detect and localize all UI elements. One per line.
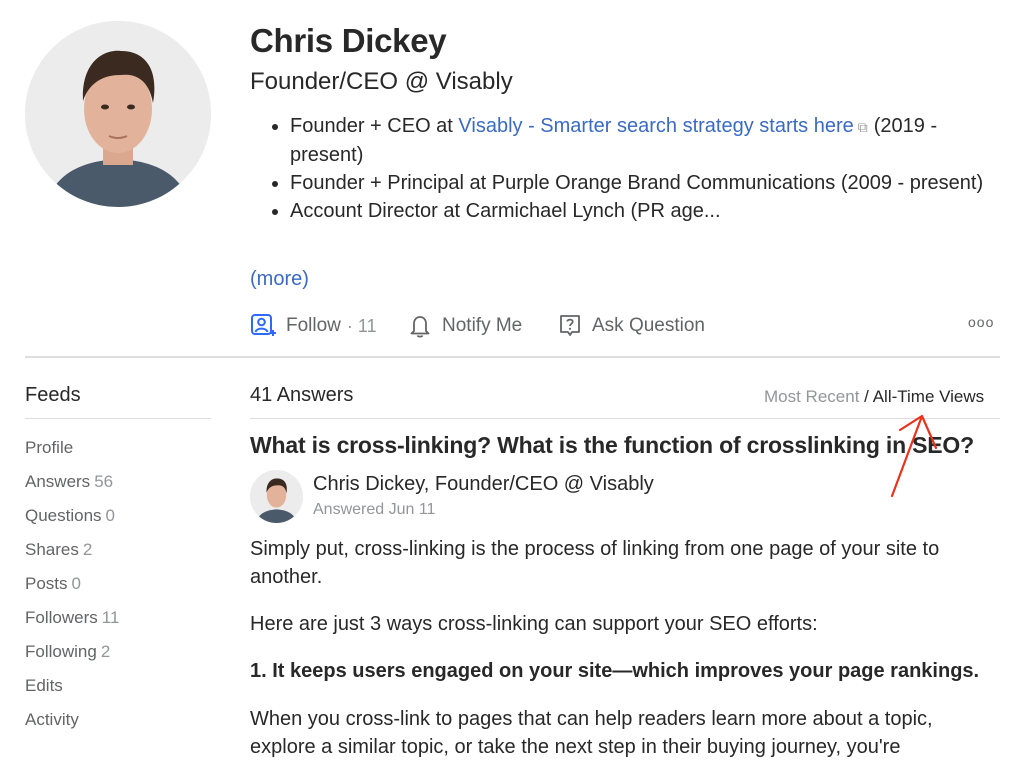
answers-count: 41 Answers [250, 384, 354, 406]
sidebar-item-edits[interactable]: Edits [25, 676, 67, 696]
answer-paragraph: When you cross-link to pages that can he… [250, 708, 933, 758]
sidebar-item-questions[interactable]: Questions 0 [25, 506, 115, 526]
sidebar-item-following[interactable]: Following 2 [25, 642, 110, 662]
bell-icon [410, 316, 430, 338]
follow-button[interactable]: Follow · 11 [250, 313, 377, 339]
ask-question-button[interactable]: Ask Question [558, 313, 705, 339]
follow-icon [251, 314, 276, 336]
profile-avatar [25, 21, 211, 207]
profile-tagline: Founder/CEO @ Visably [250, 68, 513, 95]
sort-separator: / [864, 387, 869, 406]
sidebar-item-answers[interactable]: Answers 56 [25, 472, 113, 492]
question-icon [560, 315, 580, 336]
sidebar-item-shares[interactable]: Shares 2 [25, 540, 92, 560]
feeds-title: Feeds [25, 384, 81, 406]
credentials-list: Founder + CEO at Visably - Smarter searc… [250, 112, 990, 225]
credential-item: Founder + CEO at Visably - Smarter searc… [290, 112, 990, 169]
more-options-icon[interactable]: ooo [968, 314, 994, 330]
visably-link[interactable]: Visably - Smarter search strategy starts… [458, 115, 853, 137]
header-divider [25, 356, 1000, 358]
profile-name: Chris Dickey [250, 22, 447, 59]
sidebar-item-followers[interactable]: Followers 11 [25, 608, 119, 628]
sidebar-divider [25, 418, 211, 419]
author-avatar[interactable] [250, 470, 303, 523]
answered-date[interactable]: Answered Jun 11 [313, 501, 435, 519]
answer-paragraph: Simply put, cross-linking is the process… [250, 538, 940, 588]
sidebar-item-posts[interactable]: Posts 0 [25, 574, 81, 594]
question-title[interactable]: What is cross-linking? What is the funct… [250, 432, 974, 459]
more-link[interactable]: (more) [250, 268, 309, 291]
external-link-icon: ⧉ [857, 119, 868, 135]
follow-count: · 11 [346, 315, 377, 336]
annotation-arrow-icon [890, 414, 938, 498]
ask-label: Ask Question [592, 315, 705, 336]
answer-paragraph: Here are just 3 ways cross-linking can s… [250, 613, 818, 635]
sort-most-recent[interactable]: Most Recent [764, 387, 859, 406]
sidebar-item-activity[interactable]: Activity [25, 710, 83, 730]
credential-item: Founder + Principal at Purple Orange Bra… [290, 169, 990, 197]
notify-label: Notify Me [442, 315, 523, 336]
credential-item: Account Director at Carmichael Lynch (PR… [290, 197, 990, 225]
follow-label: Follow [286, 315, 341, 336]
sidebar-item-profile[interactable]: Profile [25, 438, 77, 458]
notify-me-button[interactable]: Notify Me [408, 313, 522, 339]
answer-heading: 1. It keeps users engaged on your site—w… [250, 660, 980, 682]
author-line[interactable]: Chris Dickey, Founder/CEO @ Visably [313, 473, 654, 496]
